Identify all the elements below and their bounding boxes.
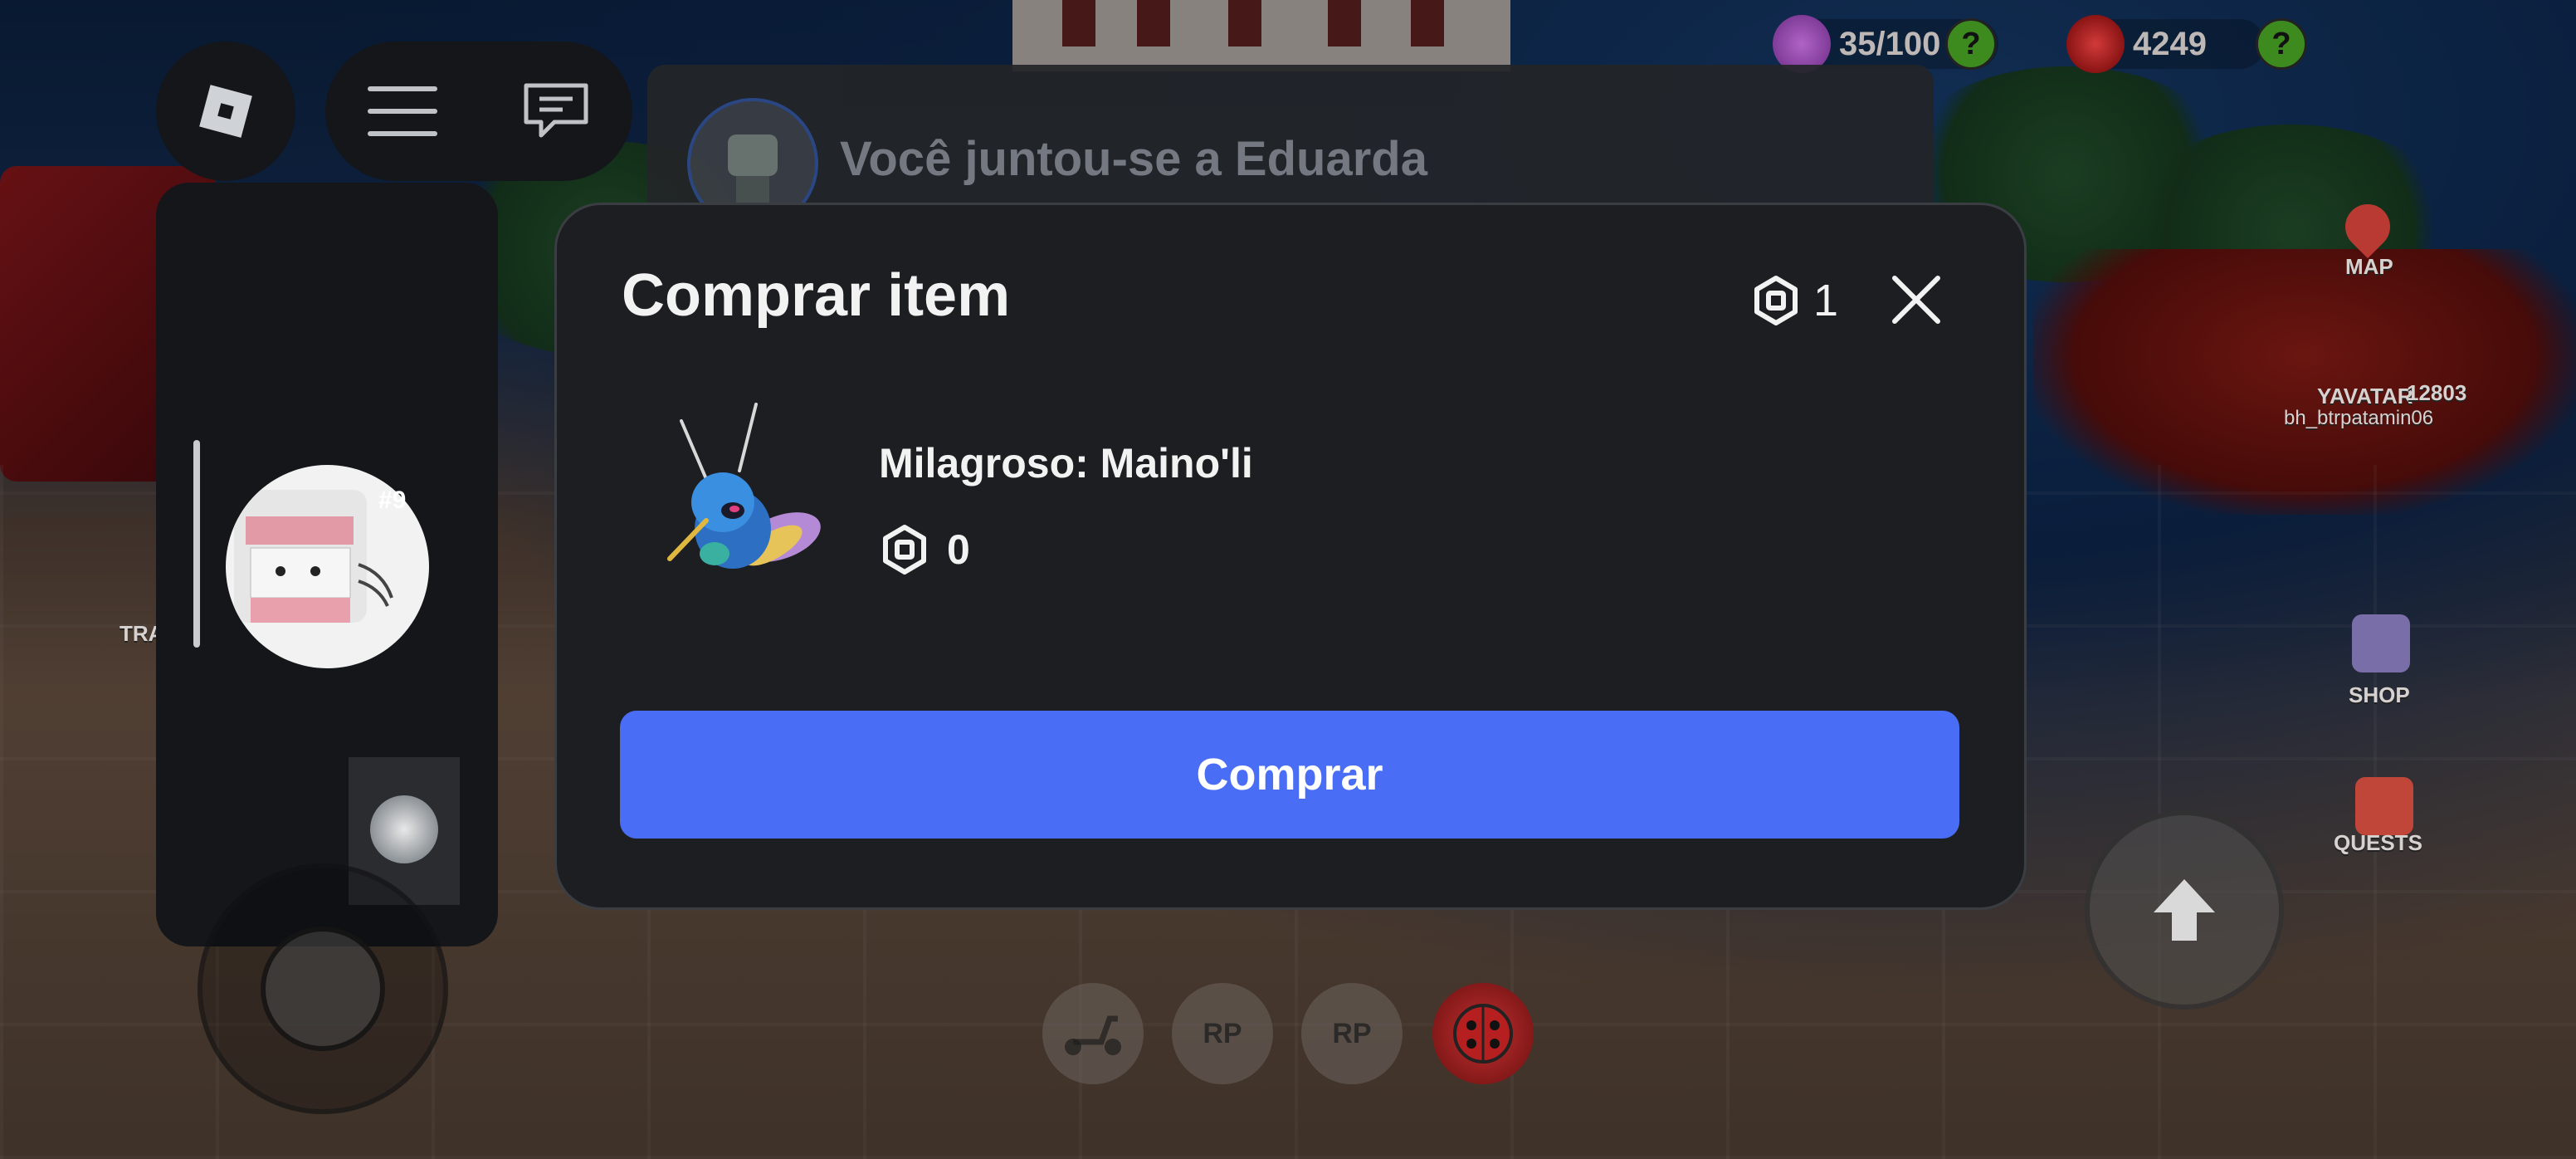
scooter-button[interactable] xyxy=(1042,983,1144,1084)
jump-button[interactable] xyxy=(2085,810,2284,1010)
close-icon[interactable] xyxy=(1885,268,1948,331)
player-id-label: 12803 xyxy=(2407,380,2467,405)
purchase-dialog: Comprar item 1 Milagroso: Maino'li 0 Com… xyxy=(554,203,2027,910)
roblox-logo-icon xyxy=(199,85,252,138)
price-value: 0 xyxy=(947,526,970,573)
player-tag: #9 xyxy=(378,487,407,514)
energy-help-button[interactable]: ? xyxy=(1945,18,1997,70)
hamburger-menu-icon[interactable] xyxy=(367,86,437,136)
robux-icon xyxy=(883,525,926,575)
item-price: 0 xyxy=(879,521,970,579)
energy-counter: 35/100 ? xyxy=(1773,15,1999,73)
joystick-knob[interactable] xyxy=(261,927,385,1051)
ladybug-coin-icon xyxy=(2066,15,2125,73)
buy-button[interactable]: Comprar xyxy=(620,711,1959,839)
item-thumbnail xyxy=(667,403,821,569)
coins-counter: 4249 ? xyxy=(2066,15,2307,73)
robux-icon xyxy=(1754,276,1798,325)
roblox-menu-button[interactable] xyxy=(156,42,295,181)
scooter-icon xyxy=(1065,1015,1121,1055)
dialog-title: Comprar item xyxy=(622,262,1011,329)
coins-help-button[interactable]: ? xyxy=(2256,18,2307,70)
player-list-panel: #9 xyxy=(156,183,498,946)
map-button-label[interactable]: MAP xyxy=(2345,254,2393,280)
arrow-up-icon xyxy=(2154,879,2215,941)
avatar-button-label[interactable]: YAVATAR xyxy=(2317,384,2413,409)
panel-scrollbar[interactable] xyxy=(193,440,200,648)
item-name: Milagroso: Maino'li xyxy=(879,440,1253,487)
rp-button-2[interactable]: RP xyxy=(1301,983,1403,1084)
quests-button-label[interactable]: QUESTS xyxy=(2334,830,2422,856)
ladybug-icon xyxy=(1453,1004,1513,1064)
chat-icon[interactable] xyxy=(521,82,591,140)
shop-button-label[interactable]: SHOP xyxy=(2349,682,2410,708)
ladybug-button[interactable] xyxy=(1432,983,1534,1084)
top-menu-bar xyxy=(325,42,632,181)
shop-icon[interactable] xyxy=(2352,614,2410,672)
player-name-label: bh_btrpatamin06 xyxy=(2284,407,2434,429)
notification-text: Você juntou-se a Eduarda xyxy=(840,132,1427,186)
balance-value: 1 xyxy=(1813,276,1839,325)
robux-balance: 1 xyxy=(1750,271,1838,330)
rp-button-1[interactable]: RP xyxy=(1172,983,1273,1084)
quests-icon[interactable] xyxy=(2355,777,2413,835)
movement-joystick[interactable] xyxy=(198,863,448,1114)
